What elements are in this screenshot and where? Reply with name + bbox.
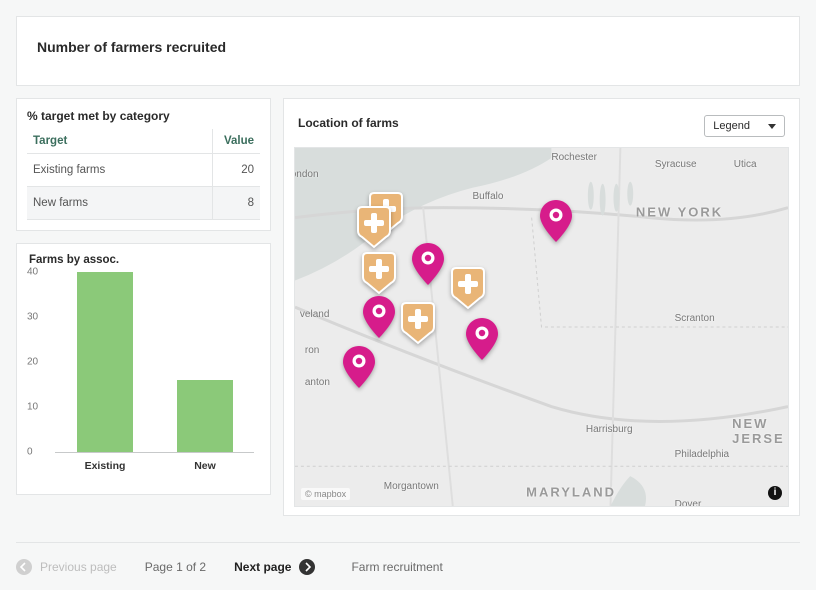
table-title: % target met by category xyxy=(27,109,260,123)
map-city-label: ron xyxy=(305,345,319,356)
map-city-label: Utica xyxy=(734,159,757,170)
arrow-right-icon xyxy=(299,559,315,575)
chart-ytick: 0 xyxy=(27,447,33,458)
chart-category-label: Existing xyxy=(77,460,133,472)
map-title: Location of farms xyxy=(298,116,399,130)
map-panel: Location of farms Legend xyxy=(283,98,800,516)
chart-bar[interactable] xyxy=(77,272,133,452)
map-marker-pin-icon[interactable] xyxy=(363,296,395,341)
table-col-target[interactable]: Target xyxy=(27,129,212,154)
map-marker-pin-icon[interactable] xyxy=(412,243,444,288)
next-page-button[interactable]: Next page xyxy=(234,559,315,575)
table-row[interactable]: Existing farms 20 xyxy=(27,154,260,187)
map-info-icon[interactable]: i xyxy=(768,486,782,500)
map-marker-pin-icon[interactable] xyxy=(466,318,498,363)
legend-label: Legend xyxy=(713,120,750,132)
map-attribution: © mapbox xyxy=(301,488,350,500)
footer-nav: Previous page Page 1 of 2 Next page Farm… xyxy=(16,542,800,590)
page-indicator: Page 1 of 2 xyxy=(145,560,206,574)
map-city-label: Buffalo xyxy=(472,191,503,202)
chart-ytick: 10 xyxy=(27,402,38,413)
chart-bar[interactable] xyxy=(177,380,233,452)
map-city-label: London xyxy=(294,169,319,180)
breadcrumb: Farm recruitment xyxy=(351,560,442,574)
map-city-label: anton xyxy=(305,377,330,388)
map-state-label: NEW YORK xyxy=(636,205,723,220)
map-state-label: NEW JERSE xyxy=(732,416,785,446)
arrow-left-icon xyxy=(16,559,32,575)
chart-title: Farms by assoc. xyxy=(29,254,260,266)
map-city-label: Morgantown xyxy=(384,481,439,492)
map-marker-plus-icon[interactable] xyxy=(356,205,392,252)
map-city-label: Syracuse xyxy=(655,159,697,170)
target-table: Target Value Existing farms 20 New farms… xyxy=(27,129,260,220)
map-state-label: MARYLAND xyxy=(526,484,616,499)
map-city-label: Dover xyxy=(675,499,702,507)
chart-ytick: 40 xyxy=(27,267,38,278)
chart-category-label: New xyxy=(177,460,233,472)
map-city-label: Philadelphia xyxy=(675,449,730,460)
previous-page-button: Previous page xyxy=(16,559,117,575)
map-marker-plus-icon[interactable] xyxy=(450,266,486,313)
target-table-panel: % target met by category Target Value Ex… xyxy=(16,98,271,231)
chart-ytick: 20 xyxy=(27,357,38,368)
chart-ytick: 30 xyxy=(27,312,38,323)
table-row[interactable]: New farms 8 xyxy=(27,187,260,220)
bar-chart-panel: Farms by assoc. 0 10 20 30 40 Existing New xyxy=(16,243,271,495)
header-panel: Number of farmers recruited xyxy=(16,16,800,86)
map-marker-pin-icon[interactable] xyxy=(343,346,375,391)
map-canvas[interactable]: © mapbox i London Rochester Syracuse Utica B… xyxy=(294,147,789,507)
page-title: Number of farmers recruited xyxy=(37,39,779,55)
map-marker-pin-icon[interactable] xyxy=(540,200,572,245)
map-city-label: Rochester xyxy=(551,152,597,163)
map-city-label: Scranton xyxy=(675,313,715,324)
chevron-down-icon xyxy=(768,124,776,129)
legend-dropdown[interactable]: Legend xyxy=(704,115,785,137)
bar-chart: 010203040ExistingNew xyxy=(27,272,260,472)
map-marker-plus-icon[interactable] xyxy=(361,251,397,298)
table-col-value[interactable]: Value xyxy=(212,129,260,154)
map-marker-plus-icon[interactable] xyxy=(400,301,436,348)
map-city-label: Harrisburg xyxy=(586,424,633,435)
map-city-label: veland xyxy=(300,309,329,320)
